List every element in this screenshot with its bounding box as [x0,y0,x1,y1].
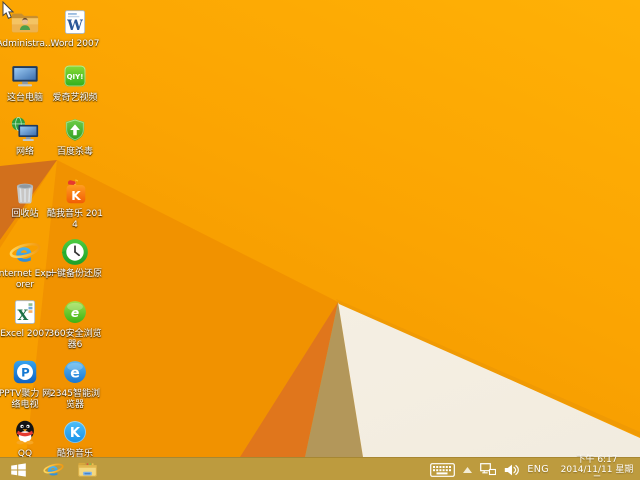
excel-document-icon: X [0,296,50,328]
desktop-icon-baidu-antivirus[interactable]: 百度杀毒 [50,114,100,158]
kugou-music-icon: K [50,416,100,448]
internet-explorer-icon: e [42,459,64,480]
desktop-icon-kuwo-music[interactable]: ♪ K 酷我音乐 2014 [47,176,103,231]
desktop-icon-label: 爱奇艺视频 [52,93,98,103]
mouse-cursor [2,1,15,20]
network-status-icon[interactable] [480,462,497,477]
desktop-icon-label: 2345智能浏览器 [50,389,100,410]
desktop-icon-recycle-bin[interactable]: 回收站 [0,176,50,220]
iqiyi-video-icon: QIY! [50,60,100,92]
windows-logo-icon [10,461,27,478]
svg-text:W: W [66,18,83,34]
taskbar: e ENG 下午 6:17 2014/11/11 星期二 [0,455,640,480]
desktop-icon-label: 百度杀毒 [56,147,93,157]
volume-icon[interactable] [504,464,520,476]
taskbar-internet-explorer[interactable]: e [36,458,70,480]
desktop-icon-2345-browser[interactable]: e 2345智能浏览器 [50,356,100,411]
2345-browser-icon: e [50,356,100,388]
baidu-antivirus-shield-icon [50,114,100,146]
desktop-icon-label: 360安全浏览器6 [48,329,102,350]
qq-penguin-icon [0,416,50,448]
desktop-icon-qq[interactable]: QQ [0,416,50,460]
start-button[interactable] [0,458,36,480]
desktop-icon-label: Word 2007 [50,39,100,49]
360-browser-icon: e [50,296,100,328]
word-document-icon: W [50,6,100,38]
kuwo-music-icon: ♪ K [50,176,100,208]
svg-text:e: e [71,306,79,320]
internet-explorer-icon: e [0,236,50,268]
desktop-icon-pptv[interactable]: P PPTV聚力 网络电视 [0,356,51,411]
backup-restore-clock-icon [50,236,100,268]
clock-time: 下午 6:17 [576,454,618,465]
recycle-bin-icon [0,176,50,208]
taskbar-file-explorer[interactable] [70,458,104,480]
desktop-icon-excel-2007[interactable]: X Excel 2007 [0,296,50,340]
show-hidden-icons-button[interactable] [463,466,473,473]
file-explorer-folder-icon [77,459,98,480]
desktop-icon-360-browser[interactable]: e 360安全浏览器6 [48,296,102,351]
svg-text:P: P [21,366,30,380]
clock-date: 2014/11/11 星期二 [560,464,634,480]
desktop-icon-network[interactable]: 网络 [0,114,50,158]
desktop: Administra... W Word 2007 这台电脑 QIY! 爱奇艺视… [0,0,640,480]
svg-text:K: K [70,426,81,441]
desktop-icon-iqiyi[interactable]: QIY! 爱奇艺视频 [50,60,100,104]
network-globe-monitor-icon [0,114,50,146]
desktop-icon-backup-restore[interactable]: 一键备份还原 [48,236,102,280]
svg-text:X: X [17,308,28,324]
svg-text:K: K [71,189,81,203]
desktop-icon-this-pc[interactable]: 这台电脑 [0,60,50,104]
svg-text:QIY!: QIY! [67,73,84,81]
taskbar-clock[interactable]: 下午 6:17 2014/11/11 星期二 [557,455,637,480]
system-tray: ENG 下午 6:17 2014/11/11 星期二 [430,455,637,480]
svg-text:e: e [70,365,80,381]
desktop-icon-label: 酷我音乐 2014 [46,209,104,230]
desktop-icon-word-2007[interactable]: W Word 2007 [50,6,100,50]
desktop-icon-kugou-music[interactable]: K 酷狗音乐 [50,416,100,460]
desktop-icon-label: 一键备份还原 [47,269,102,279]
desktop-icon-internet-explorer[interactable]: e Internet Explorer [0,236,54,291]
computer-monitor-icon [0,60,50,92]
pptv-icon: P [0,356,50,388]
touch-keyboard-button[interactable] [430,462,456,477]
language-indicator[interactable]: ENG [527,464,549,475]
